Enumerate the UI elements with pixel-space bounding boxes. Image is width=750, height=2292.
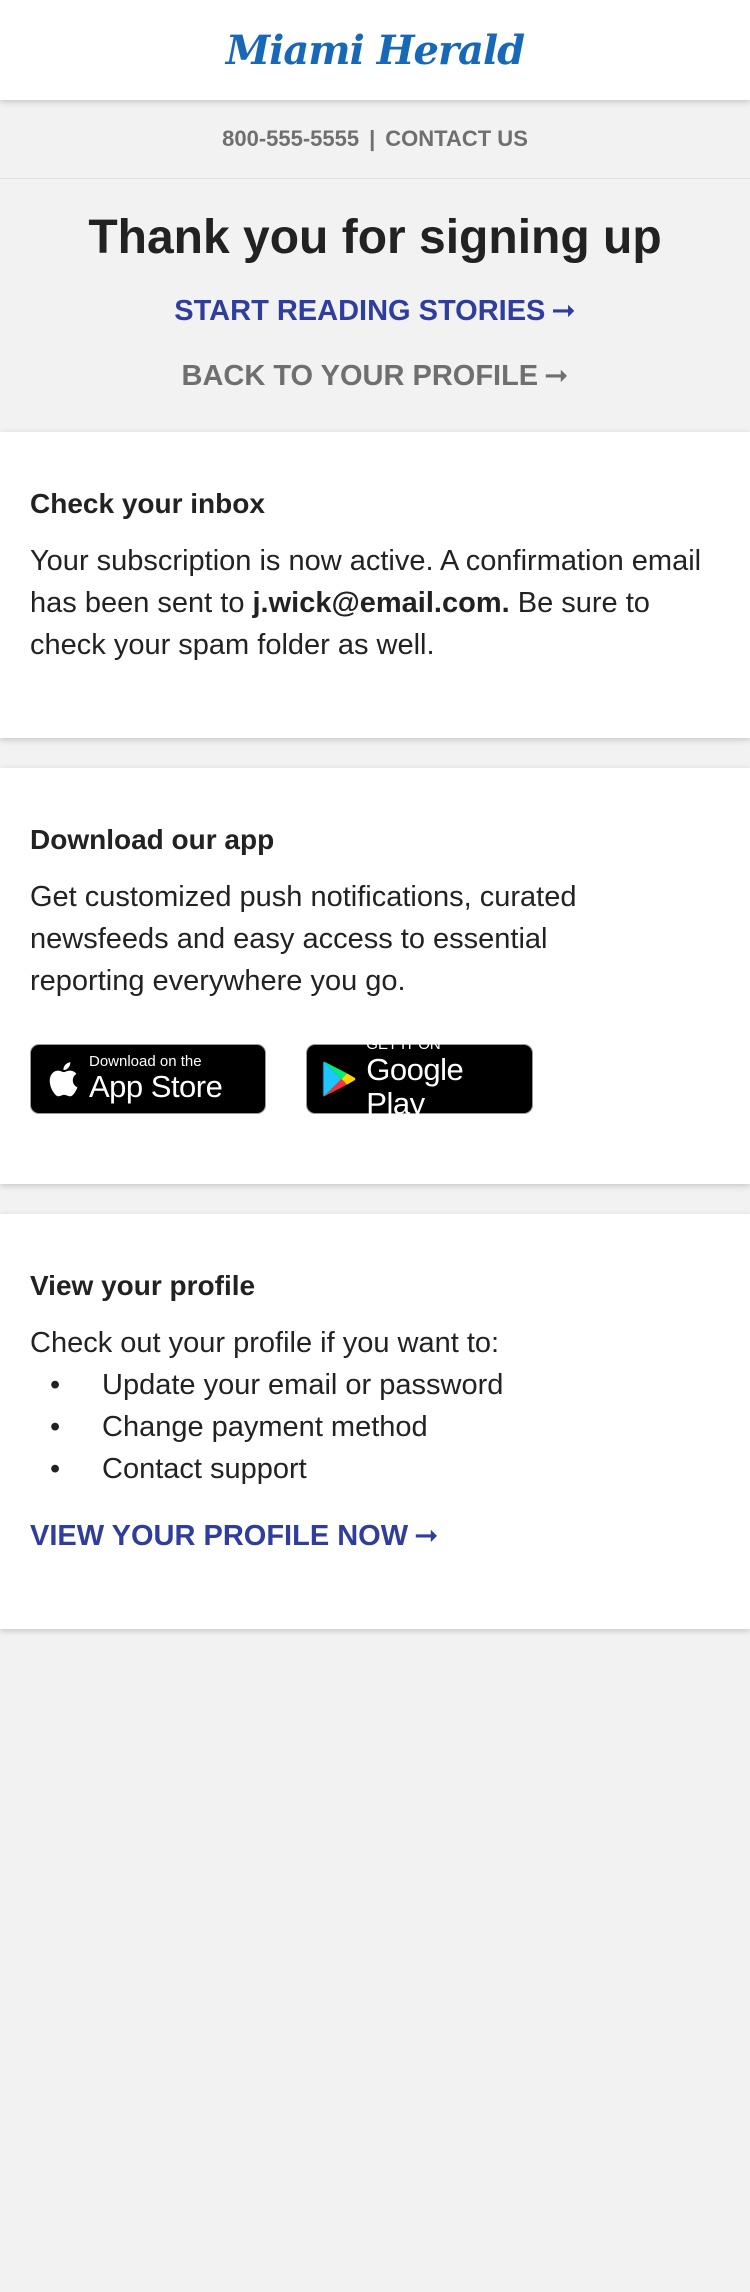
start-reading-label: START READING STORIES — [174, 294, 546, 327]
list-item: Update your email or password — [30, 1364, 720, 1406]
view-profile-now-link[interactable]: VIEW YOUR PROFILE NOW ➞ — [30, 1518, 720, 1553]
app-store-badge[interactable]: Download on the App Store — [30, 1044, 266, 1114]
thank-you-section: Thank you for signing up START READING S… — [0, 179, 750, 432]
download-app-card: Download our app Get customized push not… — [0, 768, 750, 1184]
start-reading-link[interactable]: START READING STORIES ➞ — [0, 293, 750, 328]
contact-us-link[interactable]: CONTACT US — [385, 126, 528, 152]
arrow-right-icon: ➞ — [544, 359, 569, 392]
back-to-profile-label: BACK TO YOUR PROFILE — [181, 359, 539, 392]
profile-options-list: Update your email or password Change pay… — [30, 1364, 720, 1490]
page-title: Thank you for signing up — [88, 211, 662, 264]
arrow-right-icon: ➞ — [414, 1520, 439, 1552]
app-store-big-text: App Store — [89, 1069, 223, 1104]
apple-icon — [49, 1062, 78, 1097]
app-badges: Download on the App Store GET IT ON Goog… — [30, 1037, 720, 1121]
user-email: j.wick@email.com. — [252, 587, 510, 619]
google-play-big-text: Google Play — [366, 1052, 464, 1121]
view-profile-now-label: VIEW YOUR PROFILE NOW — [30, 1520, 409, 1552]
google-play-icon — [322, 1061, 356, 1097]
view-profile-intro: Check out your profile if you want to: — [30, 1327, 500, 1359]
check-inbox-card: Check your inbox Your subscription is no… — [0, 432, 750, 738]
app-store-small-text: Download on the — [89, 1053, 202, 1070]
phone-link[interactable]: 800-555-5555 — [222, 126, 359, 152]
download-app-heading: Download our app — [30, 824, 275, 855]
contact-bar: 800-555-5555 | CONTACT US — [0, 100, 750, 179]
google-play-small-text: GET IT ON — [366, 1036, 441, 1053]
back-to-profile-link[interactable]: BACK TO YOUR PROFILE ➞ — [0, 358, 750, 393]
google-play-badge[interactable]: GET IT ON Google Play — [306, 1037, 533, 1121]
check-inbox-heading: Check your inbox — [30, 488, 265, 519]
arrow-right-icon: ➞ — [551, 294, 576, 327]
view-profile-card: View your profile Check out your profile… — [0, 1214, 750, 1629]
check-inbox-text: Your subscription is now active. A confi… — [30, 540, 720, 666]
view-profile-heading: View your profile — [30, 1270, 256, 1301]
miami-herald-logo[interactable]: Miami Herald — [226, 27, 525, 74]
download-app-text: Get customized push notifications, curat… — [30, 881, 577, 997]
list-item: Contact support — [30, 1448, 720, 1490]
site-header: Miami Herald — [0, 0, 750, 100]
list-item: Change payment method — [30, 1406, 720, 1448]
contact-separator: | — [369, 126, 376, 151]
